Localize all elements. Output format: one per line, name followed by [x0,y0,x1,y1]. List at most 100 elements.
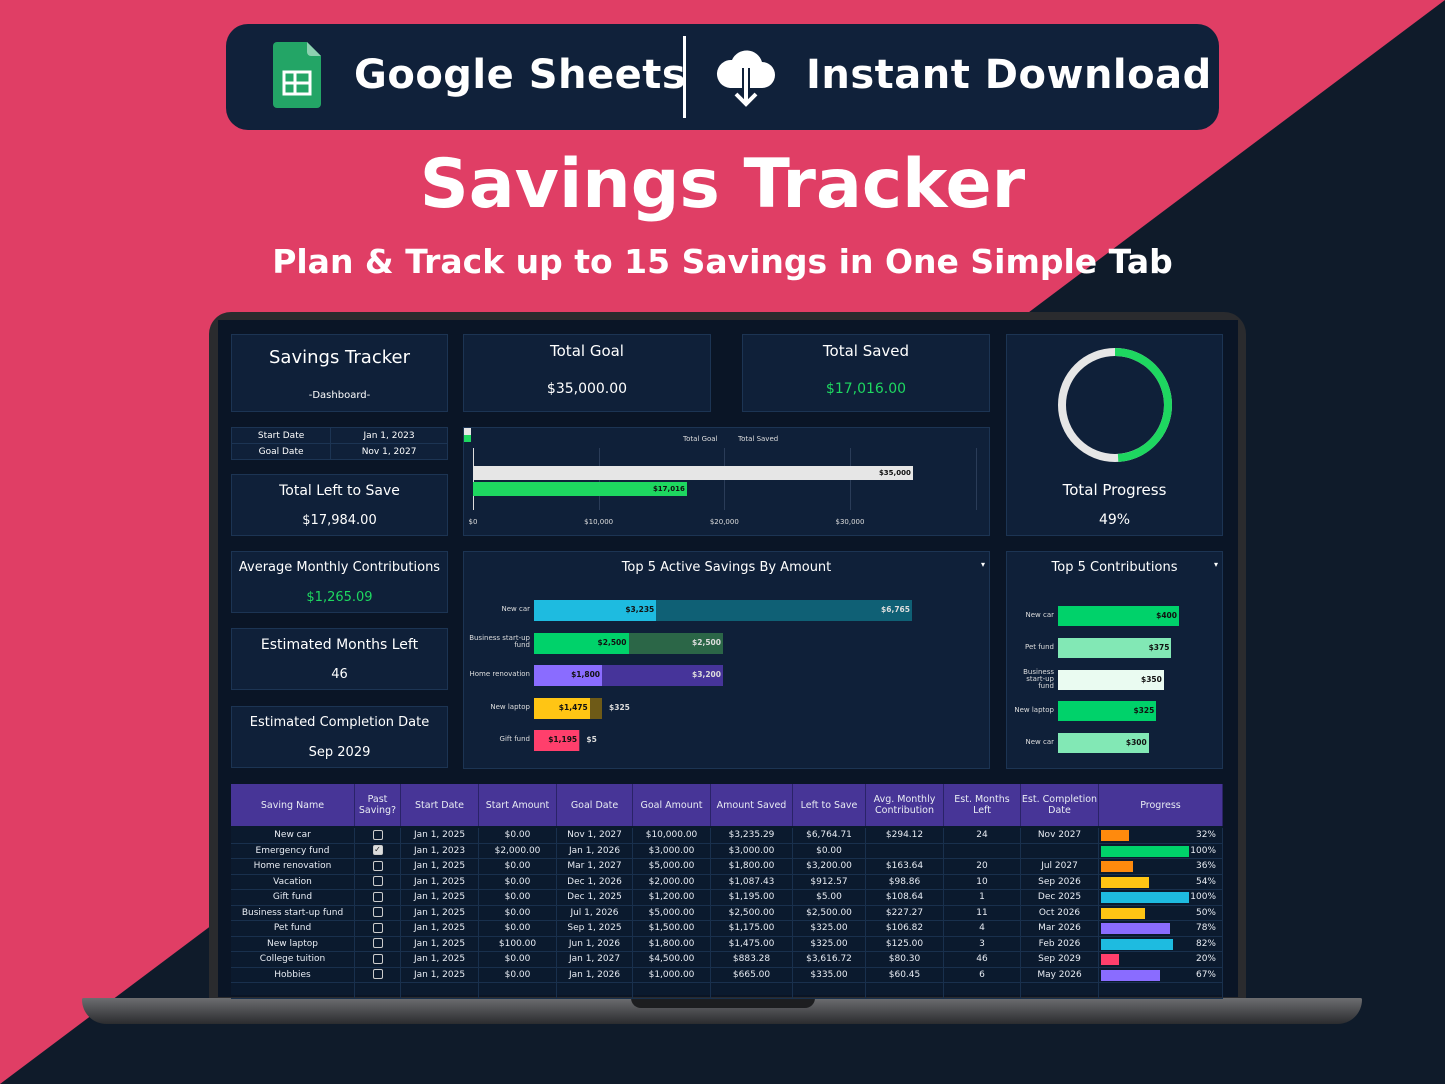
date-table: Start Date Jan 1, 2023 Goal Date Nov 1, 20… [230,427,448,460]
table-cell: $163.64 [866,859,944,875]
past-saving-checkbox[interactable] [372,938,383,948]
progress-cell: 54% [1099,874,1223,890]
left-value-label: $5 [586,735,597,744]
savings-table: Saving Name Past Saving? Start Date Start A… [231,784,1223,999]
table-cell: Mar 1, 2027 [557,859,633,875]
saved-value-label: $2,500 [597,637,627,647]
left-value-label: $325 [609,702,630,712]
category-label: Business start-up fund [1023,667,1054,690]
past-saving-checkbox[interactable] [372,953,383,964]
table-cell: 24 [944,828,1021,844]
table-cell: $3,235.29 [711,828,793,844]
empty-cell [711,983,793,999]
total-saved-value: $17,016.00 [825,381,907,397]
table-cell: Jan 1, 2025 [401,859,479,875]
table-cell: $0.00 [479,921,557,937]
table-cell: $1,087.43 [711,874,793,890]
table-cell: $0.00 [793,843,866,859]
past-saving-checkbox[interactable] [372,922,383,933]
past-saving-cell [355,828,401,844]
table-cell: Jun 1, 2026 [557,936,633,952]
table-cell: $10,000.00 [633,828,711,844]
divider [683,36,686,118]
table-cell: Sep 2026 [1021,874,1099,890]
total-progress-value: 49% [1098,512,1131,528]
total-goal-value: $35,000.00 [546,381,628,397]
bar-value-label: $35,000 [878,469,911,477]
past-saving-cell [355,890,401,906]
top-active-savings-chart: Top 5 Active Savings By Amount ▾ New car… [463,551,990,769]
past-saving-checkbox[interactable] [372,876,383,886]
laptop-notch [631,998,815,1008]
contribution-value-label: $400 [1156,611,1177,620]
legend-swatch [464,435,471,442]
table-cell: Jan 1, 2025 [401,874,479,890]
empty-cell [1099,983,1223,999]
column-header: Est. Completion Date [1021,784,1099,826]
table-cell: $0.00 [479,952,557,968]
column-header: Left to Save [793,784,866,826]
banner-pill: Google Sheets Instant Download [226,24,1219,130]
total-left-label: Total Left to Save [279,483,400,499]
avg-monthly-panel: Average Monthly Contributions $1,265.09 [231,551,448,613]
past-saving-checkbox[interactable] [372,907,383,917]
goal-date-label: Goal Date [230,443,332,460]
x-tick-label: $10,000 [584,518,614,526]
table-cell: $2,500.00 [711,905,793,921]
table-cell: Jan 1, 2025 [401,967,479,983]
progress-bar [1101,954,1119,965]
empty-cell [1021,983,1099,999]
table-cell: Jan 1, 2025 [401,905,479,921]
google-sheets-icon [273,42,321,108]
table-cell: 6 [944,967,1021,983]
table-cell: $60.45 [866,967,944,983]
hero-title: Savings Tracker [419,145,1026,224]
progress-bar [1101,938,1174,950]
table-cell [866,843,944,859]
table-cell: May 2026 [1021,967,1099,983]
table-cell: Dec 2025 [1021,890,1099,906]
table-cell: $3,200.00 [793,859,866,875]
total-saved-label: Total Saved [822,342,910,360]
left-value-label: $6,765 [881,605,910,614]
table-cell: Sep 2029 [1021,952,1099,968]
empty-cell [557,983,633,999]
progress-bar [1101,892,1189,903]
dashboard-title-panel: Savings Tracker -Dashboard- [231,334,448,412]
past-saving-checkbox[interactable] [372,969,383,979]
table-cell: $1,500.00 [633,921,711,937]
table-cell: Gift fund [231,890,355,906]
saved-value-label: $1,475 [558,702,588,712]
empty-cell [944,983,1021,999]
past-saving-checkbox[interactable] [372,891,383,902]
progress-cell: 100% [1099,890,1223,906]
start-date-value[interactable]: Jan 1, 2023 [330,427,448,444]
past-saving-checkbox[interactable]: ✓ [372,845,383,855]
progress-cell: 100% [1099,843,1223,859]
table-cell: $6,764.71 [793,828,866,844]
progress-bar [1101,830,1130,841]
progress-cell: 78% [1099,921,1223,937]
chart-menu-icon[interactable]: ▾ [981,560,985,569]
category-label: New car [1025,611,1054,619]
legend-label: Total Saved [738,435,779,443]
column-header: Start Amount [479,784,557,826]
contribution-value-label: $300 [1125,738,1147,748]
left-value-label: $2,500 [692,637,721,647]
goal-date-value[interactable]: Nov 1, 2027 [330,443,448,460]
column-header: Est. Months Left [944,784,1021,826]
total-left-value: $17,984.00 [302,513,377,528]
table-cell: Jan 1, 2025 [401,952,479,968]
table-cell [1021,843,1099,859]
table-cell: $335.00 [793,967,866,983]
past-saving-cell [355,921,401,937]
total-left-panel: Total Left to Save $17,984.00 [231,474,448,536]
column-header: Progress [1099,784,1223,826]
table-cell: Jan 1, 2025 [401,828,479,844]
table-cell: $3,616.72 [793,952,866,968]
table-cell: $2,000.00 [479,843,557,859]
past-saving-checkbox[interactable] [372,829,383,840]
gridline [975,448,977,510]
past-saving-checkbox[interactable] [372,860,383,871]
chart-menu-icon[interactable]: ▾ [1214,560,1218,569]
